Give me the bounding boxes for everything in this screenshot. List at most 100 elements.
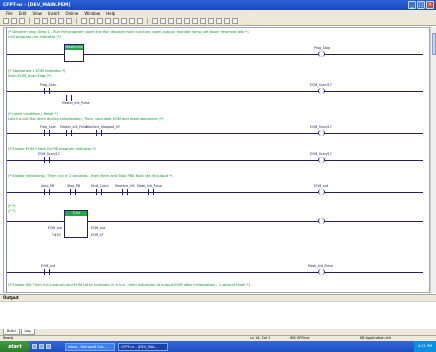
- output-title: Output: [3, 295, 19, 300]
- rung-wire: [7, 272, 423, 273]
- contact-label: Master_Init_Pulse: [62, 101, 90, 105]
- window-title: CFPT-nc - [DEV_MAIN.PEM]: [3, 2, 71, 8]
- toolbar-button[interactable]: [105, 18, 111, 24]
- window-controls: _ □ ×: [408, 1, 434, 9]
- maximize-button[interactable]: □: [417, 1, 425, 9]
- rung-wire: [325, 54, 423, 55]
- coil-label: EOM_Scan/17: [310, 83, 332, 87]
- output-coil[interactable]: [318, 218, 325, 224]
- quicklaunch-icon[interactable]: [46, 344, 51, 349]
- toolbar-button[interactable]: [192, 18, 198, 24]
- contact[interactable]: [44, 88, 50, 94]
- toolbar-separator: [76, 18, 77, 24]
- contact-label: Prog_Scan: [40, 125, 57, 129]
- coil-label: EOM_Scan/17: [310, 152, 332, 156]
- toolbar-button[interactable]: [216, 18, 222, 24]
- menu-window[interactable]: Window: [84, 11, 100, 16]
- contact[interactable]: [96, 130, 102, 136]
- toolbar-button[interactable]: [137, 18, 143, 24]
- output-coil[interactable]: [318, 51, 325, 57]
- contact-label: Machine_Stopped_XY: [86, 125, 120, 129]
- timer-block[interactable]: TON: [64, 210, 88, 238]
- toolbar-button[interactable]: [160, 18, 166, 24]
- toolbar-button[interactable]: [42, 18, 48, 24]
- ladder-editor[interactable]: (* Declare rung: Step 1 - Run the progra…: [3, 27, 430, 293]
- menu-file[interactable]: File: [6, 11, 13, 16]
- toolbar-button[interactable]: [3, 18, 9, 24]
- toolbar-button[interactable]: [129, 18, 135, 24]
- output-coil[interactable]: [318, 269, 325, 275]
- toolbar-button[interactable]: [208, 18, 214, 24]
- comment: (* Stablished 1 EOM Indicator *): [8, 69, 66, 73]
- taskbar-item[interactable]: Inbox - Microsoft Out...: [65, 342, 115, 351]
- contact[interactable]: [148, 189, 154, 195]
- output-pane-header: Output: [0, 294, 436, 301]
- comment: (* Latch condition | Reset *): [8, 112, 58, 116]
- toolbar-separator: [29, 18, 30, 24]
- rung-wire: [84, 54, 318, 55]
- taskbar-item-active[interactable]: CFPT-nc - [DEV_MAI...: [118, 342, 168, 351]
- close-button[interactable]: ×: [426, 1, 434, 9]
- toolbar-button[interactable]: [200, 18, 206, 24]
- menu-insert[interactable]: Insert: [48, 11, 59, 16]
- contact-label: Mask_Init_Pulse: [137, 184, 162, 188]
- output-coil[interactable]: [318, 189, 325, 195]
- output-coil[interactable]: [318, 157, 325, 163]
- toolbar-separator: [147, 18, 148, 24]
- block-input-label: T#2S: [52, 233, 61, 237]
- contact[interactable]: [122, 189, 128, 195]
- contact[interactable]: [96, 189, 102, 195]
- contact[interactable]: [44, 157, 50, 163]
- menu-bar: File Edit View Insert Online Window Help: [0, 10, 436, 17]
- toolbar-button[interactable]: [176, 18, 182, 24]
- coil-label: Mask_Init_Pulse: [308, 264, 333, 268]
- toolbar-button[interactable]: [232, 18, 238, 24]
- menu-online[interactable]: Online: [65, 11, 78, 16]
- toolbar-button[interactable]: [11, 18, 17, 24]
- rung-wire: [88, 221, 318, 222]
- output-pane[interactable]: [0, 301, 436, 329]
- minimize-button[interactable]: _: [408, 1, 416, 9]
- menu-view[interactable]: View: [32, 11, 42, 16]
- menu-help[interactable]: Help: [106, 11, 115, 16]
- toolbar-button[interactable]: [89, 18, 95, 24]
- contact[interactable]: [70, 189, 76, 195]
- toolbar-button[interactable]: [152, 18, 158, 24]
- comment: (* Enable Initializing / Then run in 2 s…: [8, 174, 173, 178]
- contact-label: Stop_PB: [67, 184, 80, 188]
- contact-label: Machine_OK: [115, 184, 135, 188]
- quicklaunch-icon[interactable]: [32, 344, 37, 349]
- output-coil[interactable]: [318, 88, 325, 94]
- comment: (* Declare rung: Step 1 - Run the progra…: [8, 30, 249, 34]
- scroll-thumb[interactable]: [432, 33, 436, 55]
- output-coil[interactable]: [318, 130, 325, 136]
- contact[interactable]: [44, 130, 50, 136]
- toolbar-button[interactable]: [184, 18, 190, 24]
- toolbar-button[interactable]: [224, 18, 230, 24]
- quicklaunch-icon[interactable]: [39, 344, 44, 349]
- toolbar-button[interactable]: [113, 18, 119, 24]
- start-button[interactable]: start: [0, 341, 30, 352]
- function-block[interactable]: Mastercall: [64, 44, 84, 62]
- contact-label: Prog_Scan: [40, 83, 57, 87]
- toolbar-button[interactable]: [81, 18, 87, 24]
- menu-edit[interactable]: Edit: [19, 11, 27, 16]
- rung-wire: [7, 91, 423, 92]
- comment: Latch a coil Run then during initializat…: [8, 117, 164, 121]
- rung-wire: [325, 221, 423, 222]
- contact[interactable]: [44, 189, 50, 195]
- toolbar-button[interactable]: [19, 18, 25, 24]
- toolbar-button[interactable]: [97, 18, 103, 24]
- comment: (* *): [8, 209, 16, 213]
- contact[interactable]: [44, 269, 50, 275]
- toolbar-button[interactable]: [121, 18, 127, 24]
- vertical-scrollbar[interactable]: [430, 27, 436, 293]
- block-title: Mastercall: [65, 45, 83, 50]
- toolbar-button[interactable]: [34, 18, 40, 24]
- toolbar-button[interactable]: [58, 18, 64, 24]
- toolbar: [0, 17, 436, 26]
- toolbar-button[interactable]: [66, 18, 72, 24]
- toolbar-button[interactable]: [168, 18, 174, 24]
- contact[interactable]: [66, 130, 72, 136]
- toolbar-button[interactable]: [50, 18, 56, 24]
